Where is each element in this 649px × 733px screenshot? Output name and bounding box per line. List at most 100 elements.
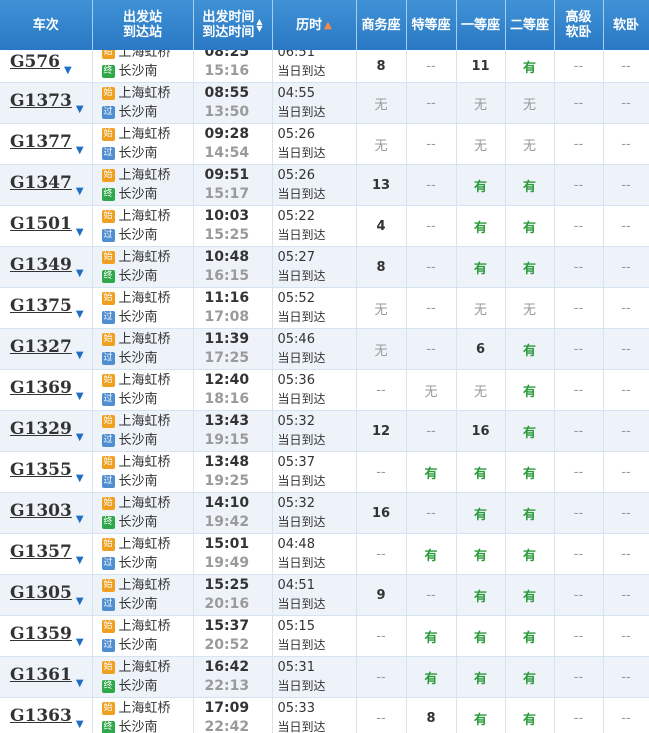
seat-business-cell[interactable]: -- bbox=[356, 615, 407, 657]
seat-business-cell[interactable]: 12 bbox=[356, 410, 407, 452]
seat-second-cell[interactable]: 无 bbox=[505, 287, 555, 329]
expand-chevron-icon[interactable]: ▼ bbox=[76, 719, 84, 730]
seat-high_soft-cell[interactable]: -- bbox=[554, 615, 604, 657]
expand-chevron-icon[interactable]: ▼ bbox=[76, 268, 84, 279]
train-number-link[interactable]: G1359 bbox=[10, 624, 72, 644]
seat-high_soft-cell[interactable]: -- bbox=[554, 246, 604, 288]
table-row[interactable]: G1347 ▼ 始上海虹桥终长沙南 09:51 15:17 05:26 当日到达 13 -- 有 有… bbox=[0, 164, 649, 206]
seat-soft-cell[interactable]: -- bbox=[603, 328, 649, 370]
seat-high_soft-cell[interactable]: -- bbox=[554, 656, 604, 698]
seat-first-cell[interactable]: 有 bbox=[456, 615, 506, 657]
seat-second-cell[interactable]: 有 bbox=[505, 656, 555, 698]
seat-first-cell[interactable]: 有 bbox=[456, 697, 506, 733]
train-number-link[interactable]: G1361 bbox=[10, 665, 72, 685]
expand-chevron-icon[interactable]: ▼ bbox=[76, 391, 84, 402]
seat-high_soft-cell[interactable]: -- bbox=[554, 451, 604, 493]
seat-business-cell[interactable]: 无 bbox=[356, 328, 407, 370]
seat-business-cell[interactable]: 16 bbox=[356, 492, 407, 534]
seat-first-cell[interactable]: 有 bbox=[456, 492, 506, 534]
expand-chevron-icon[interactable]: ▼ bbox=[64, 65, 72, 76]
seat-soft-cell[interactable]: -- bbox=[603, 369, 649, 411]
seat-first-cell[interactable]: 无 bbox=[456, 287, 506, 329]
expand-chevron-icon[interactable]: ▼ bbox=[76, 186, 84, 197]
train-number-link[interactable]: G1377 bbox=[10, 132, 72, 152]
train-number-link[interactable]: G1357 bbox=[10, 542, 72, 562]
seat-high_soft-cell[interactable]: -- bbox=[554, 287, 604, 329]
expand-chevron-icon[interactable]: ▼ bbox=[76, 678, 84, 689]
seat-second-cell[interactable]: 有 bbox=[505, 246, 555, 288]
seat-premium-cell[interactable]: -- bbox=[406, 287, 457, 329]
seat-business-cell[interactable]: 13 bbox=[356, 164, 407, 206]
table-row[interactable]: G1361 ▼ 始上海虹桥终长沙南 16:42 22:13 05:31 当日到达 -- 有 有 有 -… bbox=[0, 656, 649, 698]
seat-soft-cell[interactable]: -- bbox=[603, 82, 649, 124]
seat-premium-cell[interactable]: -- bbox=[406, 410, 457, 452]
seat-second-cell[interactable]: 有 bbox=[505, 369, 555, 411]
seat-soft-cell[interactable]: -- bbox=[603, 164, 649, 206]
seat-business-cell[interactable]: -- bbox=[356, 533, 407, 575]
table-row[interactable]: G1375 ▼ 始上海虹桥过长沙南 11:16 17:08 05:52 当日到达 无 -- 无 无 -… bbox=[0, 287, 649, 329]
train-number-link[interactable]: G576 bbox=[10, 52, 60, 72]
sort-asc-icon[interactable]: ▲ bbox=[324, 20, 332, 30]
seat-second-cell[interactable]: 有 bbox=[505, 328, 555, 370]
seat-soft-cell[interactable]: -- bbox=[603, 697, 649, 733]
seat-high_soft-cell[interactable]: -- bbox=[554, 492, 604, 534]
expand-chevron-icon[interactable]: ▼ bbox=[76, 350, 84, 361]
seat-high_soft-cell[interactable]: -- bbox=[554, 369, 604, 411]
seat-soft-cell[interactable]: -- bbox=[603, 451, 649, 493]
seat-first-cell[interactable]: 有 bbox=[456, 656, 506, 698]
expand-chevron-icon[interactable]: ▼ bbox=[76, 145, 84, 156]
expand-chevron-icon[interactable]: ▼ bbox=[76, 596, 84, 607]
seat-first-cell[interactable]: 11 bbox=[456, 50, 506, 83]
train-number-link[interactable]: G1501 bbox=[10, 214, 72, 234]
table-row[interactable]: G1377 ▼ 始上海虹桥过长沙南 09:28 14:54 05:26 当日到达 无 -- 无 无 -… bbox=[0, 123, 649, 165]
train-number-link[interactable]: G1373 bbox=[10, 91, 72, 111]
seat-second-cell[interactable]: 无 bbox=[505, 82, 555, 124]
seat-business-cell[interactable]: -- bbox=[356, 369, 407, 411]
expand-chevron-icon[interactable]: ▼ bbox=[76, 473, 84, 484]
seat-second-cell[interactable]: 有 bbox=[505, 50, 555, 83]
table-row[interactable]: G1373 ▼ 始上海虹桥过长沙南 08:55 13:50 04:55 当日到达 无 -- 无 无 -… bbox=[0, 82, 649, 124]
seat-soft-cell[interactable]: -- bbox=[603, 287, 649, 329]
seat-business-cell[interactable]: 8 bbox=[356, 50, 407, 83]
seat-high_soft-cell[interactable]: -- bbox=[554, 50, 604, 83]
seat-second-cell[interactable]: 有 bbox=[505, 492, 555, 534]
seat-business-cell[interactable]: 无 bbox=[356, 287, 407, 329]
seat-second-cell[interactable]: 有 bbox=[505, 164, 555, 206]
seat-first-cell[interactable]: 6 bbox=[456, 328, 506, 370]
seat-business-cell[interactable]: -- bbox=[356, 656, 407, 698]
seat-first-cell[interactable]: 无 bbox=[456, 369, 506, 411]
train-number-link[interactable]: G1375 bbox=[10, 296, 72, 316]
seat-second-cell[interactable]: 有 bbox=[505, 697, 555, 733]
train-number-link[interactable]: G1347 bbox=[10, 173, 72, 193]
train-number-link[interactable]: G1327 bbox=[10, 337, 72, 357]
table-row[interactable]: G1303 ▼ 始上海虹桥终长沙南 14:10 19:42 05:32 当日到达 16 -- 有 有… bbox=[0, 492, 649, 534]
seat-premium-cell[interactable]: 有 bbox=[406, 533, 457, 575]
seat-soft-cell[interactable]: -- bbox=[603, 615, 649, 657]
seat-first-cell[interactable]: 有 bbox=[456, 533, 506, 575]
table-row[interactable]: G1357 ▼ 始上海虹桥过长沙南 15:01 19:49 04:48 当日到达 -- 有 有 有 -… bbox=[0, 533, 649, 575]
seat-premium-cell[interactable]: 有 bbox=[406, 451, 457, 493]
seat-soft-cell[interactable]: -- bbox=[603, 533, 649, 575]
sort-desc-icon[interactable]: ▲ ▼ bbox=[256, 18, 262, 33]
table-row[interactable]: G1369 ▼ 始上海虹桥过长沙南 12:40 18:16 05:36 当日到达 -- 无 无 有 -… bbox=[0, 369, 649, 411]
expand-chevron-icon[interactable]: ▼ bbox=[76, 555, 84, 566]
seat-high_soft-cell[interactable]: -- bbox=[554, 574, 604, 616]
seat-business-cell[interactable]: -- bbox=[356, 451, 407, 493]
expand-chevron-icon[interactable]: ▼ bbox=[76, 637, 84, 648]
seat-first-cell[interactable]: 16 bbox=[456, 410, 506, 452]
seat-premium-cell[interactable]: -- bbox=[406, 164, 457, 206]
seat-soft-cell[interactable]: -- bbox=[603, 574, 649, 616]
seat-second-cell[interactable]: 无 bbox=[505, 123, 555, 165]
seat-premium-cell[interactable]: -- bbox=[406, 50, 457, 83]
seat-business-cell[interactable]: 8 bbox=[356, 246, 407, 288]
seat-first-cell[interactable]: 无 bbox=[456, 123, 506, 165]
seat-high_soft-cell[interactable]: -- bbox=[554, 328, 604, 370]
seat-high_soft-cell[interactable]: -- bbox=[554, 533, 604, 575]
expand-chevron-icon[interactable]: ▼ bbox=[76, 104, 84, 115]
table-row[interactable]: G576 ▼ 始上海虹桥终长沙南 08:25 15:16 06:51 当日到达 8 -- 11 有 -… bbox=[0, 50, 649, 83]
expand-chevron-icon[interactable]: ▼ bbox=[76, 514, 84, 525]
seat-premium-cell[interactable]: -- bbox=[406, 82, 457, 124]
seat-business-cell[interactable]: 4 bbox=[356, 205, 407, 247]
seat-second-cell[interactable]: 有 bbox=[505, 533, 555, 575]
train-number-link[interactable]: G1355 bbox=[10, 460, 72, 480]
